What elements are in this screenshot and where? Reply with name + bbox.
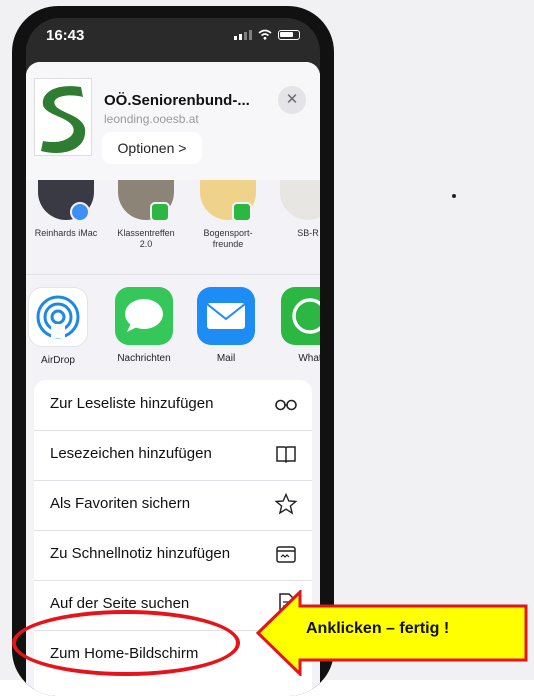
- app-label: Mail: [216, 353, 236, 364]
- avatar: [38, 180, 94, 222]
- person-label: Reinhards iMac: [34, 228, 98, 238]
- action-reading-list[interactable]: Zur Leseliste hinzufügen: [34, 380, 312, 431]
- avatar: [280, 180, 320, 220]
- whatsapp-badge-icon: [150, 202, 170, 222]
- action-label: Zur Leseliste hinzufügen: [50, 395, 214, 412]
- action-quick-note[interactable]: Zu Schnellnotiz hinzufügen: [34, 530, 312, 581]
- avatar: [118, 180, 174, 222]
- callout-text: Anklicken – fertig !: [306, 620, 450, 637]
- highlight-ellipse: [12, 610, 240, 676]
- app-nachrichten[interactable]: Nachrichten: [104, 287, 184, 364]
- app-label: AirDrop: [41, 355, 75, 366]
- signal-icon: [234, 29, 252, 40]
- status-bar: 16:43: [26, 18, 320, 52]
- site-title: OÖ.Seniorenbund-...: [104, 92, 250, 109]
- person-item-sb-r[interactable]: SB-R: [272, 180, 320, 239]
- bullet-dot: [452, 194, 456, 198]
- person-label: SB-R: [297, 228, 319, 238]
- person-label: Klassentreffen 2.0: [117, 228, 175, 249]
- star-icon: [274, 492, 298, 515]
- status-time: 16:43: [46, 27, 85, 44]
- callout-arrow: Anklicken – fertig !: [255, 588, 528, 678]
- share-header: OÖ.Seniorenbund-... leonding.ooesb.at ✕ …: [26, 62, 320, 180]
- people-row: Reinhards iMac Klassentreffen 2.0 Bogens…: [26, 180, 320, 266]
- action-label: Als Favoriten sichern: [50, 495, 191, 512]
- messages-icon: [115, 287, 173, 345]
- site-logo-icon: [34, 78, 92, 156]
- wifi-icon: [258, 29, 272, 40]
- avatar: [200, 180, 256, 222]
- options-button[interactable]: Optionen >: [102, 132, 202, 164]
- book-icon: [276, 446, 296, 464]
- app-label: What: [298, 353, 320, 364]
- person-label: Bogensport- freunde: [203, 228, 253, 249]
- airdrop-badge-icon: [70, 202, 90, 222]
- quick-note-icon: [276, 546, 296, 563]
- person-item-bogensportfreunde[interactable]: Bogensport- freunde: [192, 180, 264, 250]
- airdrop-icon: [28, 287, 88, 347]
- whatsapp-icon: [281, 287, 320, 345]
- action-favorites[interactable]: Als Favoriten sichern: [34, 480, 312, 531]
- status-icons: [234, 29, 300, 40]
- action-label: Lesezeichen hinzufügen: [50, 445, 212, 462]
- app-whatsapp[interactable]: What: [270, 287, 320, 364]
- action-bookmark[interactable]: Lesezeichen hinzufügen: [34, 430, 312, 481]
- close-button[interactable]: ✕: [278, 86, 306, 114]
- person-item-klassentreffen[interactable]: Klassentreffen 2.0: [110, 180, 182, 250]
- apps-row: AirDrop Nachrichten Mail What: [26, 274, 320, 379]
- action-label: Zu Schnellnotiz hinzufügen: [50, 545, 231, 562]
- glasses-icon: [275, 399, 297, 411]
- whatsapp-badge-icon: [232, 202, 252, 222]
- app-mail[interactable]: Mail: [186, 287, 266, 364]
- battery-icon: [278, 29, 300, 40]
- person-item-reinhards-imac[interactable]: Reinhards iMac: [30, 180, 102, 239]
- app-airdrop[interactable]: AirDrop: [26, 287, 98, 366]
- mail-icon: [197, 287, 255, 345]
- site-url: leonding.ooesb.at: [104, 112, 199, 126]
- app-label: Nachrichten: [117, 353, 171, 364]
